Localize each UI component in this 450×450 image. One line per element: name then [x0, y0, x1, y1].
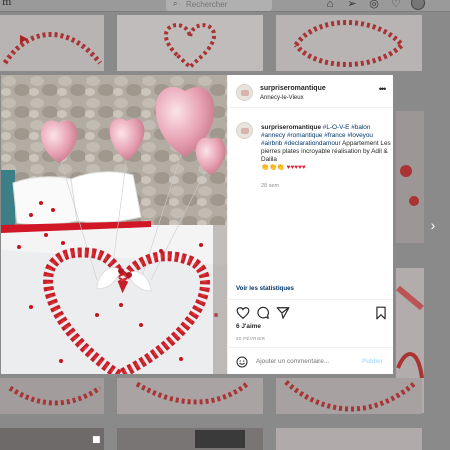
- comment-icon[interactable]: [256, 306, 270, 320]
- view-insights-link[interactable]: Voir les statistiques: [236, 285, 294, 292]
- caption-avatar[interactable]: [236, 122, 253, 139]
- author-username[interactable]: surpriseromantique: [260, 85, 326, 92]
- hashtag-link[interactable]: #declarationdamour: [284, 140, 341, 147]
- tile-thumbnail: [117, 15, 263, 71]
- author-avatar[interactable]: [236, 84, 253, 101]
- explore-icon[interactable]: ◎: [367, 0, 381, 10]
- publish-button[interactable]: Publier: [362, 358, 383, 365]
- hashtag-link[interactable]: #france: [324, 132, 345, 139]
- action-bar: [228, 301, 393, 321]
- grid-tile[interactable]: [117, 428, 263, 450]
- post-date: 20 FÉVRIER: [236, 336, 266, 341]
- grid-tile[interactable]: [117, 15, 263, 71]
- ellipsis-icon[interactable]: •••: [375, 84, 389, 96]
- profile-avatar[interactable]: [411, 0, 425, 10]
- post-side-panel: surpriseromantique Annecy-le-Vieux ••• s…: [227, 75, 393, 374]
- magnifier-icon: ⌕: [173, 0, 178, 8]
- search-box[interactable]: ⌕: [166, 0, 272, 11]
- hashtag-link[interactable]: #L-O-V-E: [323, 124, 350, 131]
- clap-emoji: 👏👏👏: [261, 164, 285, 171]
- share-icon[interactable]: [276, 306, 290, 320]
- tile-thumbnail: [396, 111, 424, 243]
- hearts-emoji: ♥♥♥♥♥: [286, 164, 306, 171]
- tile-thumbnail: [0, 378, 104, 414]
- instagram-logo[interactable]: m: [2, 0, 11, 8]
- tile-thumbnail: ■: [0, 428, 104, 450]
- tile-thumbnail: [293, 20, 406, 67]
- photo-image: [1, 75, 227, 374]
- bookmark-icon[interactable]: [374, 306, 388, 320]
- smiley-icon[interactable]: [236, 356, 248, 368]
- caption-text: surpriseromantique #L-O-V-E #balon #anne…: [261, 124, 392, 172]
- grid-tile[interactable]: [0, 15, 104, 71]
- search-input[interactable]: [186, 0, 266, 9]
- post-location[interactable]: Annecy-le-Vieux: [260, 95, 304, 101]
- heart-icon[interactable]: [236, 306, 250, 320]
- caption-username[interactable]: surpriseromantique: [261, 124, 321, 131]
- caption-time: 28 sem: [261, 183, 280, 189]
- svg-text:■: ■: [92, 435, 101, 445]
- hashtag-link[interactable]: #loveyou: [347, 132, 373, 139]
- hashtag-link[interactable]: #annecy: [261, 132, 285, 139]
- direct-icon[interactable]: ➢: [345, 0, 359, 10]
- tile-thumbnail: [2, 32, 102, 65]
- divider: [228, 299, 393, 300]
- activity-icon[interactable]: ♡: [389, 0, 403, 10]
- tile-thumbnail: [276, 428, 422, 450]
- hashtag-link[interactable]: #balon: [351, 124, 370, 131]
- grid-tile[interactable]: ■: [0, 428, 104, 450]
- comment-bar: Publier: [228, 347, 393, 374]
- grid-tile[interactable]: [276, 378, 422, 414]
- grid-tile[interactable]: [396, 111, 424, 243]
- post-photo[interactable]: [1, 75, 227, 374]
- tile-thumbnail: [117, 378, 263, 414]
- tile-thumbnail: [117, 428, 263, 450]
- hashtag-link[interactable]: #airbnb: [261, 140, 282, 147]
- home-icon[interactable]: ⌂: [323, 0, 337, 10]
- grid-tile[interactable]: [276, 15, 422, 71]
- grid-tile[interactable]: [276, 428, 422, 450]
- chevron-right-icon[interactable]: ›: [427, 218, 439, 232]
- post-modal: surpriseromantique Annecy-le-Vieux ••• s…: [1, 75, 393, 374]
- tile-thumbnail: [276, 378, 422, 414]
- post-header: surpriseromantique Annecy-le-Vieux •••: [228, 75, 393, 108]
- top-nav-bar: m ⌕ ⌂ ➢ ◎ ♡: [0, 0, 450, 12]
- grid-tile[interactable]: [0, 378, 104, 414]
- hashtag-link[interactable]: #romantique: [287, 132, 323, 139]
- comment-input[interactable]: [256, 354, 356, 368]
- grid-tile[interactable]: [117, 378, 263, 414]
- likes-count[interactable]: 6 J'aime: [236, 323, 261, 330]
